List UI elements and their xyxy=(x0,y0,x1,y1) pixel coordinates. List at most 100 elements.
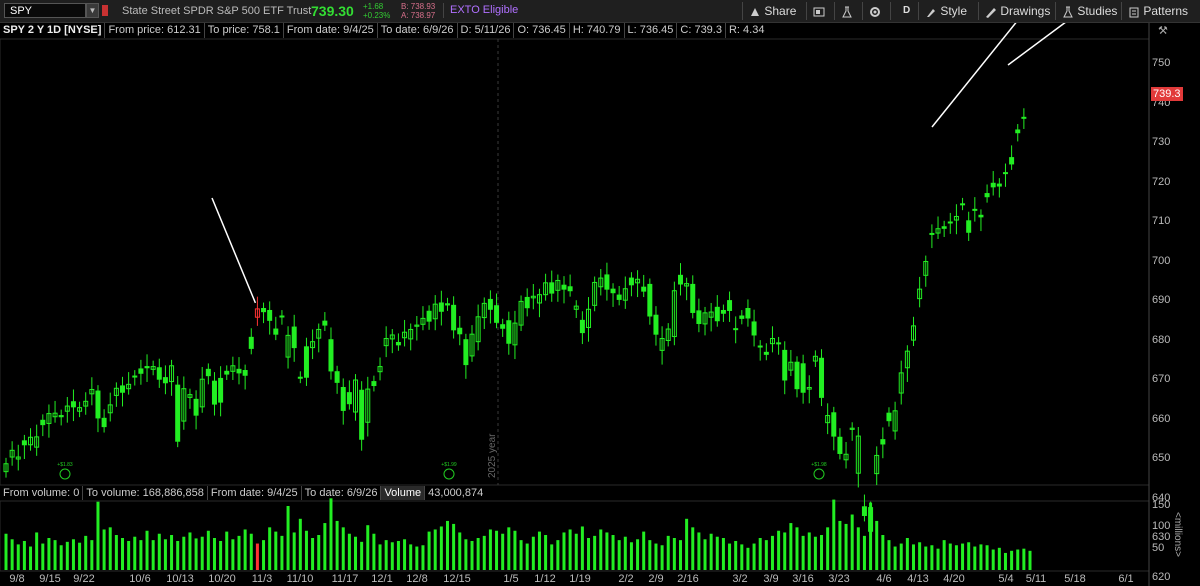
volume-bar xyxy=(274,531,278,570)
volume-unit-label: <millions> xyxy=(1172,512,1183,558)
volume-bar xyxy=(611,535,615,570)
price-tick-label: 720 xyxy=(1152,175,1171,188)
volume-bar xyxy=(881,535,885,570)
volume-bar xyxy=(335,520,339,570)
candle-body xyxy=(506,320,512,344)
volume-bar xyxy=(537,531,541,570)
volume-bar xyxy=(194,538,198,570)
volume-bar xyxy=(544,535,548,570)
flexible-grid-button[interactable] xyxy=(806,2,825,20)
volume-bar xyxy=(832,499,836,570)
to-price: To price: 758.1 xyxy=(205,23,284,38)
flag-icon[interactable] xyxy=(102,5,108,16)
candle-body xyxy=(267,309,273,321)
volume-to-date: To date: 6/9/26 xyxy=(302,486,382,500)
dividend-amount: +$1.99 xyxy=(441,462,457,468)
volume-bar xyxy=(587,538,591,570)
volume-bar xyxy=(280,535,284,570)
volume-bar xyxy=(648,540,652,570)
candle-body xyxy=(132,375,138,378)
aggregation-button[interactable]: D xyxy=(890,2,916,20)
price-tick-label: 750 xyxy=(1152,57,1171,69)
candle-body xyxy=(175,384,181,442)
candle-body xyxy=(720,309,726,314)
volume-bar xyxy=(452,523,456,570)
volume-bar xyxy=(752,543,756,570)
dividend-amount: +$1.83 xyxy=(57,462,73,468)
price-change: +1.68 +0.23% xyxy=(363,2,390,20)
volume-bar xyxy=(139,540,143,570)
candle-body xyxy=(438,302,444,312)
candle-body xyxy=(426,310,432,322)
volume-bar xyxy=(29,546,33,570)
studies-button[interactable]: Studies xyxy=(1055,2,1117,20)
toolbar: SPY ▼ State Street SPDR S&P 500 ETF Trus… xyxy=(0,0,1200,23)
wrench-icon[interactable]: ⚒ xyxy=(1158,24,1168,37)
volume-bar xyxy=(311,538,315,570)
candle-body xyxy=(95,390,101,419)
candle-body xyxy=(346,392,352,405)
volume-value: 43,000,874 xyxy=(428,487,484,499)
candle-body xyxy=(782,349,788,381)
candle-body xyxy=(800,363,806,393)
volume-bar xyxy=(41,543,45,570)
date-tick-label: 11/3 xyxy=(251,573,273,585)
patterns-label: Patterns xyxy=(1143,4,1189,18)
candle-body xyxy=(929,232,935,235)
volume-bar xyxy=(562,532,566,570)
year-marker-label: 2025 year xyxy=(487,433,498,478)
volume-bar xyxy=(1003,552,1007,570)
volume-bar xyxy=(35,532,39,570)
candle-body xyxy=(120,385,126,393)
volume-bar xyxy=(170,535,174,570)
volume-bar xyxy=(605,532,609,570)
candle-body xyxy=(751,321,757,336)
net-change: +1.68 xyxy=(363,2,384,11)
volume-bar xyxy=(262,540,266,570)
volume-bar xyxy=(844,523,848,570)
volume-bar xyxy=(721,538,725,570)
drawings-button[interactable]: Drawings xyxy=(978,2,1050,20)
price-tick-label: 700 xyxy=(1152,254,1171,267)
volume-bar xyxy=(78,542,82,570)
volume-bar xyxy=(482,535,486,570)
beaker-button[interactable] xyxy=(834,2,853,20)
patterns-button[interactable]: Patterns xyxy=(1121,2,1188,20)
symbol-dropdown-button[interactable]: ▼ xyxy=(86,3,99,18)
share-button[interactable]: Share xyxy=(742,2,796,20)
volume-bar xyxy=(360,541,364,570)
candle-body xyxy=(567,286,573,292)
candle-body xyxy=(334,371,340,383)
volume-bar xyxy=(636,539,640,570)
candle-body xyxy=(757,345,763,348)
volume-bar xyxy=(231,539,235,570)
volume-bar xyxy=(666,535,670,570)
volume-bar xyxy=(127,540,131,570)
volume-bar xyxy=(550,544,554,570)
settings-button[interactable] xyxy=(862,2,881,20)
volume-bar xyxy=(47,538,51,570)
volume-bar xyxy=(108,527,112,570)
volume-bar xyxy=(237,535,241,570)
volume-bar xyxy=(905,538,909,570)
volume-bar xyxy=(991,549,995,570)
volume-bar xyxy=(513,530,517,570)
bid-price: B: 738.93 xyxy=(401,2,436,11)
style-button[interactable]: Style xyxy=(918,2,967,20)
symbol-input[interactable]: SPY xyxy=(4,3,86,18)
volume-bar xyxy=(697,532,701,570)
volume-bar xyxy=(4,533,8,570)
candle-body xyxy=(696,310,702,325)
volume-bar xyxy=(476,538,480,570)
from-date: From date: 9/4/25 xyxy=(284,23,378,38)
range-value: R: 4.34 xyxy=(728,24,765,36)
volume-bar xyxy=(746,547,750,570)
volume-bar xyxy=(470,540,474,570)
volume-bar xyxy=(629,542,633,570)
volume-bar xyxy=(84,535,88,570)
volume-bar xyxy=(807,532,811,570)
volume-bar xyxy=(1016,549,1020,570)
volume-bar xyxy=(599,529,603,570)
volume-bar xyxy=(396,540,400,570)
volume-bar xyxy=(403,539,407,570)
